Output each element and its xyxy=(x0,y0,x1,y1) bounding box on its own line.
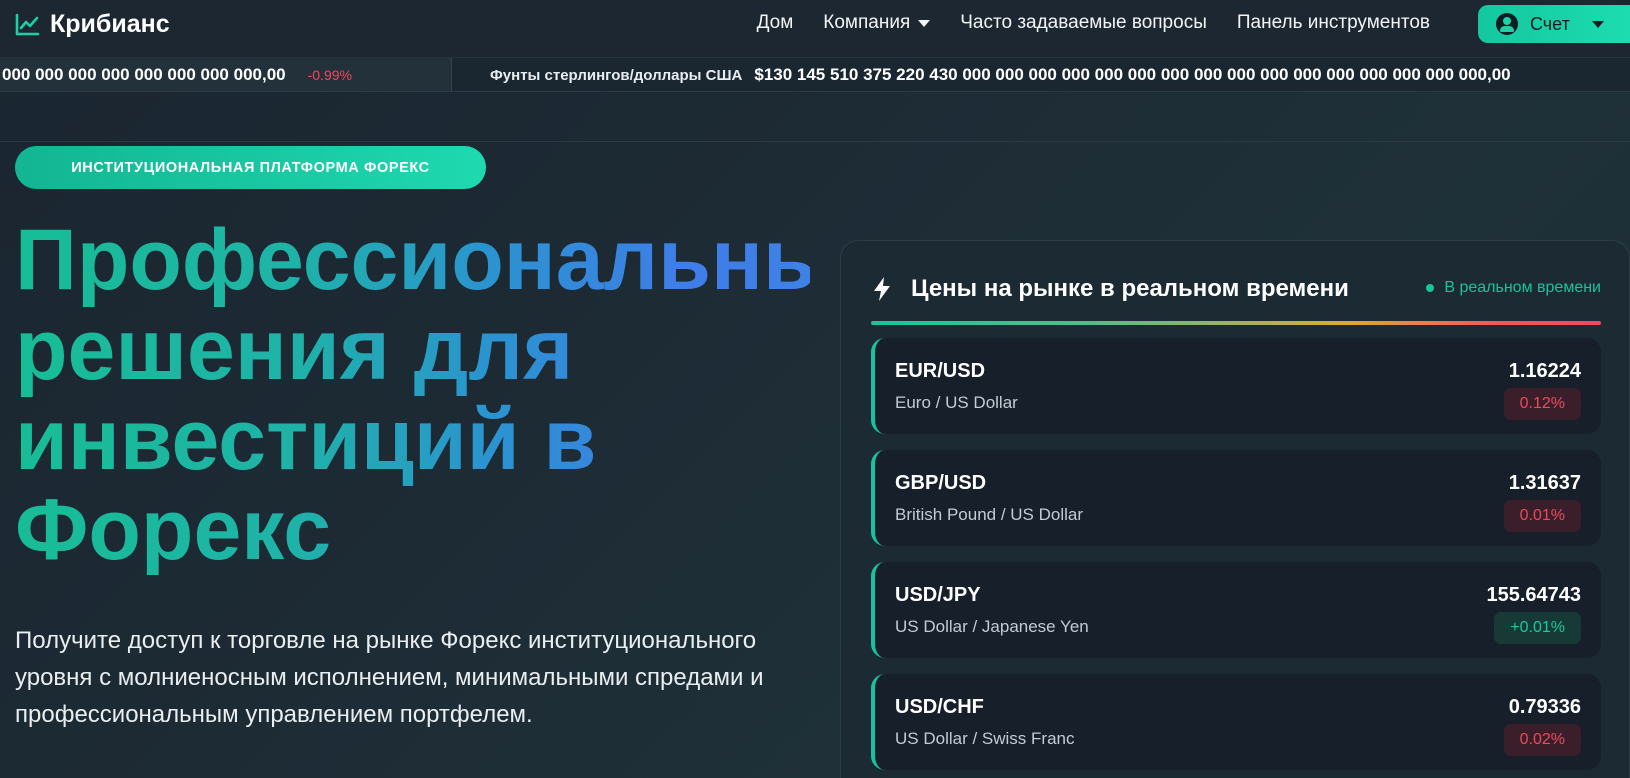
section-divider xyxy=(0,92,1630,142)
pair-name: US Dollar / Swiss Franc xyxy=(895,729,1075,748)
pair-symbol: GBP/USD xyxy=(895,472,987,494)
pair-change-badge: 0.01% xyxy=(1503,500,1581,532)
nav-dashboard-label: Панель инструментов xyxy=(1236,12,1430,33)
pair-change-badge: +0.01% xyxy=(1494,612,1581,644)
currency-pair-card[interactable]: USD/JPY US Dollar / Japanese Yen 155.647… xyxy=(871,562,1601,658)
account-button[interactable]: Счет xyxy=(1478,5,1630,43)
account-label: Счет xyxy=(1530,13,1570,34)
pair-price: 155.64743 xyxy=(1486,584,1581,606)
currency-pair-card[interactable]: EUR/USD Euro / US Dollar 1.16224 0.12% xyxy=(871,338,1601,434)
ticker-price: $130 145 510 375 220 430 000 000 000 000… xyxy=(754,65,1511,84)
ticker-pair: Фунты стерлингов/доллары США xyxy=(490,66,743,84)
hero-title: Профессиональные решения для инвестиций … xyxy=(15,215,810,578)
live-indicator: В реальном времени xyxy=(1426,279,1601,297)
pair-symbol: EUR/USD xyxy=(895,360,986,382)
panel-header: Цены на рынке в реальном времени В реаль… xyxy=(871,271,1601,307)
nav-faq-label: Часто задаваемые вопросы xyxy=(960,12,1207,33)
live-dot-icon xyxy=(1426,284,1435,292)
currency-pair-card[interactable]: GBP/USD British Pound / US Dollar 1.3163… xyxy=(871,450,1601,546)
ticker-change: -0.99% xyxy=(307,67,352,83)
chevron-down-icon xyxy=(918,19,931,27)
brand-logo[interactable]: Крибианс xyxy=(14,10,170,39)
brand-name: Крибианс xyxy=(50,10,170,38)
nav-dashboard-link[interactable]: Панель инструментов xyxy=(1237,12,1430,34)
market-prices-panel: Цены на рынке в реальном времени В реаль… xyxy=(840,240,1630,778)
pair-change-badge: 0.12% xyxy=(1503,388,1581,420)
chart-line-icon xyxy=(15,13,40,35)
nav-home-link[interactable]: Дом xyxy=(757,12,794,34)
nav-home-label: Дом xyxy=(756,12,794,33)
navbar: Крибианс Дом Компания Часто задаваемые в… xyxy=(0,0,1630,58)
pair-name: US Dollar / Japanese Yen xyxy=(895,617,1089,636)
pair-symbol: USD/JPY xyxy=(895,584,981,606)
live-label: В реальном времени xyxy=(1444,279,1601,296)
chevron-down-icon xyxy=(1591,20,1604,28)
nav-company-dropdown[interactable]: Компания xyxy=(823,12,931,34)
pair-price: 1.16224 xyxy=(1508,360,1581,382)
lightning-bolt-icon xyxy=(874,277,890,301)
nav-company-label: Компания xyxy=(823,12,911,33)
user-circle-icon xyxy=(1496,13,1518,35)
pair-price: 0.79336 xyxy=(1508,696,1581,718)
pair-name: British Pound / US Dollar xyxy=(895,505,1084,524)
ticker-item: Фунты стерлингов/доллары США $130 145 51… xyxy=(490,58,1511,91)
pair-symbol: USD/CHF xyxy=(895,696,984,718)
ticker-item: 000 000 000 000 000 000 000 000,00 -0.99… xyxy=(0,58,452,91)
nav-faq-link[interactable]: Часто задаваемые вопросы xyxy=(960,12,1207,34)
platform-badge: ИНСТИТУЦИОНАЛЬНАЯ ПЛАТФОРМА ФОРЕКС xyxy=(15,146,486,189)
ticker-price: 000 000 000 000 000 000 000 000,00 xyxy=(2,65,286,84)
pair-price: 1.31637 xyxy=(1508,472,1581,494)
pair-name: Euro / US Dollar xyxy=(895,393,1018,412)
hero-description: Получите доступ к торговле на рынке Форе… xyxy=(15,627,764,728)
main-nav: Дом Компания Часто задаваемые вопросы Па… xyxy=(757,0,1430,46)
panel-title: Цены на рынке в реальном времени xyxy=(911,275,1349,302)
hero-title-container: Профессиональные решения для инвестиций … xyxy=(15,215,810,595)
pair-change-badge: 0.02% xyxy=(1503,724,1581,756)
gradient-divider xyxy=(871,321,1601,325)
currency-pair-card[interactable]: USD/CHF US Dollar / Swiss Franc 0.79336 … xyxy=(871,674,1601,770)
price-ticker: 000 000 000 000 000 000 000 000,00 -0.99… xyxy=(0,58,1630,92)
